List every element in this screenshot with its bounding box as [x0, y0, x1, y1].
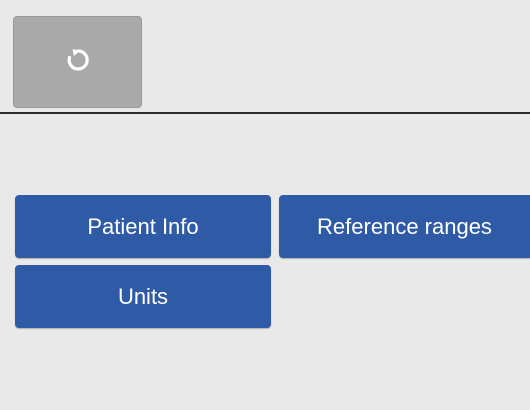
refresh-icon [63, 45, 93, 80]
reset-button[interactable] [13, 16, 142, 108]
top-toolbar [0, 0, 530, 114]
units-button[interactable]: Units [15, 265, 271, 328]
reference-ranges-label: Reference ranges [317, 213, 492, 239]
reference-ranges-button[interactable]: Reference ranges [279, 195, 530, 258]
patient-info-label: Patient Info [87, 213, 199, 239]
units-label: Units [117, 283, 169, 309]
patient-info-button[interactable]: Patient Info [15, 195, 271, 258]
